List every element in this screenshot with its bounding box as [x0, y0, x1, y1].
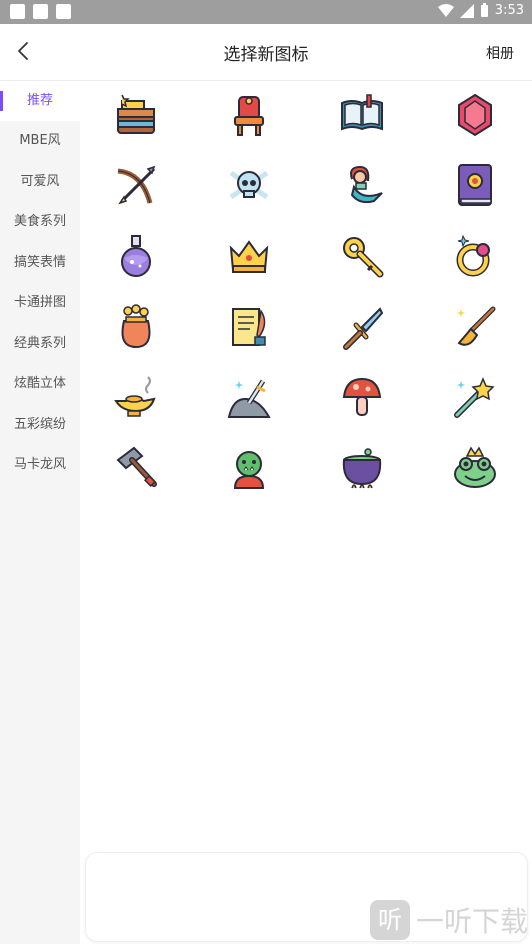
- scroll-quill-icon[interactable]: [223, 301, 275, 353]
- notification-icon: [10, 4, 25, 19]
- status-bar: 3:53: [0, 0, 532, 24]
- notification-icon: [56, 4, 71, 19]
- sidebar-item-cartoon-puzzle[interactable]: 卡通拼图: [0, 283, 80, 323]
- skull-crossbones-icon[interactable]: [223, 159, 275, 211]
- page-title: 选择新图标: [223, 45, 309, 65]
- sidebar-item-classic[interactable]: 经典系列: [0, 324, 80, 364]
- sidebar-item-recommended[interactable]: 推荐: [0, 81, 80, 121]
- magic-broom-icon[interactable]: [449, 301, 501, 353]
- sidebar-item-cute[interactable]: 可爱风: [0, 162, 80, 202]
- spell-book-icon[interactable]: [336, 89, 388, 141]
- watermark: 听 一听下载: [370, 900, 528, 940]
- golden-key-icon[interactable]: [336, 230, 388, 282]
- sword-in-stone-icon[interactable]: [223, 371, 275, 423]
- crossbow-icon[interactable]: [110, 159, 162, 211]
- ruby-gem-icon[interactable]: [449, 89, 501, 141]
- sidebar-item-colorful[interactable]: 五彩缤纷: [0, 405, 80, 445]
- sidebar-item-3d[interactable]: 炫酷立体: [0, 364, 80, 404]
- sidebar-item-macaron[interactable]: 马卡龙风: [0, 445, 80, 485]
- magic-tome-icon[interactable]: [449, 159, 501, 211]
- album-button[interactable]: 相册: [486, 43, 514, 63]
- magic-ring-icon[interactable]: [449, 230, 501, 282]
- sidebar-item-food[interactable]: 美食系列: [0, 202, 80, 242]
- battery-icon: [480, 3, 488, 17]
- cauldron-icon[interactable]: [336, 442, 388, 494]
- clock: 3:53: [494, 3, 524, 18]
- crown-icon[interactable]: [223, 230, 275, 282]
- throne-icon[interactable]: [223, 89, 275, 141]
- orc-icon[interactable]: [223, 442, 275, 494]
- sword-icon[interactable]: [336, 301, 388, 353]
- battle-hammer-icon[interactable]: [110, 442, 162, 494]
- notification-icon: [33, 4, 48, 19]
- potion-bottle-icon[interactable]: [110, 230, 162, 282]
- treasure-chest-icon[interactable]: [110, 89, 162, 141]
- watermark-text: 一听下载: [416, 905, 529, 938]
- sidebar-item-mbe[interactable]: MBE风: [0, 121, 80, 161]
- sidebar-item-funny[interactable]: 搞笑表情: [0, 243, 80, 283]
- category-sidebar: 推荐 MBE风 可爱风 美食系列 搞笑表情 卡通拼图 经典系列 炫酷立体 五彩缤…: [0, 81, 80, 944]
- watermark-badge: 听: [370, 900, 410, 940]
- magic-lamp-icon[interactable]: [110, 371, 162, 423]
- magic-wand-icon[interactable]: [449, 371, 501, 423]
- top-bar: 选择新图标 相册: [0, 24, 532, 81]
- mushroom-icon[interactable]: [336, 371, 388, 423]
- frog-prince-icon[interactable]: [449, 442, 501, 494]
- wifi-icon: [437, 3, 454, 17]
- signal-icon: [459, 3, 474, 18]
- gold-sack-icon[interactable]: [110, 301, 162, 353]
- mermaid-icon[interactable]: [336, 159, 388, 211]
